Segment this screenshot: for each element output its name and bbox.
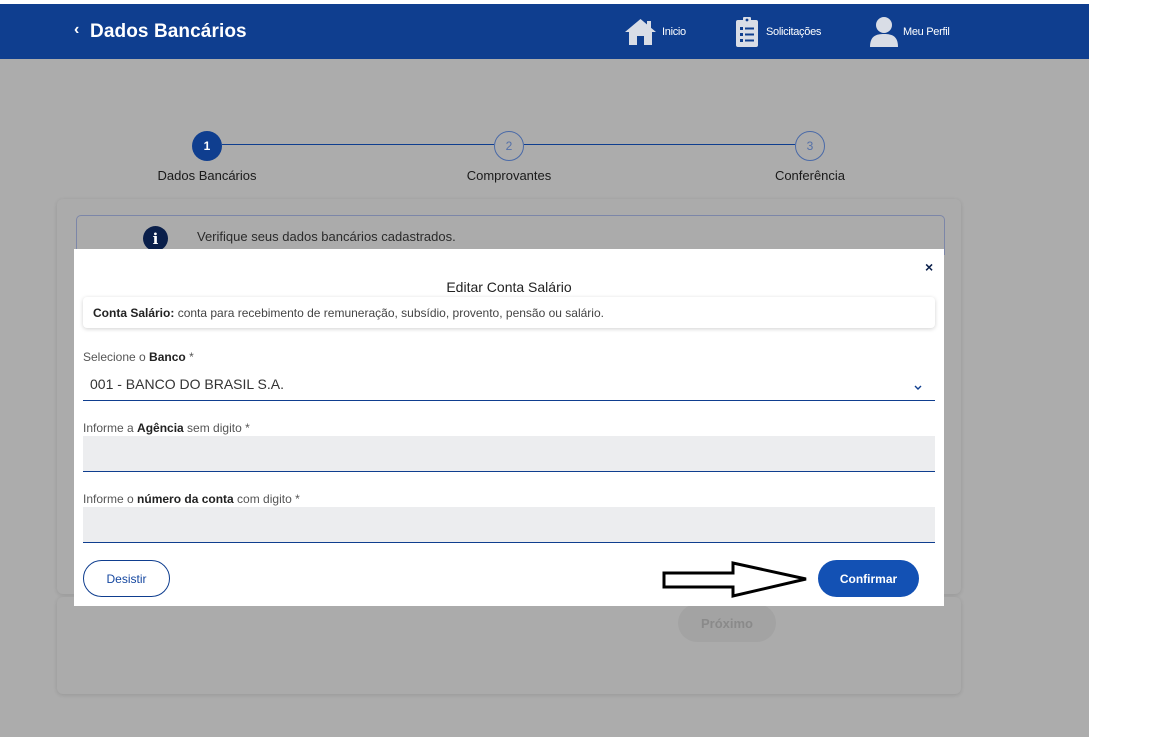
hint-term: Conta Salário:: [93, 306, 175, 320]
account-field-label: Informe o número da conta com digito *: [83, 492, 300, 506]
bank-label-suffix: *: [185, 350, 194, 364]
confirm-button[interactable]: Confirmar: [818, 560, 919, 597]
nav-label-inicio: Inicio: [662, 26, 686, 38]
step-2-label: Comprovantes: [466, 168, 552, 183]
actions-card: [57, 597, 961, 694]
edit-account-modal: Editar Conta Salário × Conta Salário: co…: [74, 249, 944, 606]
next-button: Próximo: [678, 604, 776, 642]
chevron-down-icon: [913, 378, 923, 394]
bank-field-label: Selecione o Banco *: [83, 350, 194, 364]
stepper-connector: [524, 144, 795, 145]
page-title: Dados Bancários: [90, 21, 247, 42]
bank-label-bold: Banco: [149, 350, 186, 364]
bank-label-prefix: Selecione o: [83, 350, 150, 364]
step-3-circle: 3: [795, 131, 825, 161]
account-hint: Conta Salário: conta para recebimento de…: [83, 297, 935, 328]
step-1-label: Dados Bancários: [157, 168, 257, 183]
info-text: Verifique seus dados bancários cadastrad…: [197, 229, 456, 244]
back-chevron-icon[interactable]: ‹: [74, 21, 79, 39]
nav-label-meu-perfil: Meu Perfil: [903, 26, 950, 38]
nav-item-solicitacoes[interactable]: Solicitações: [735, 12, 821, 52]
modal-title: Editar Conta Salário: [446, 279, 572, 295]
home-icon: [623, 17, 658, 47]
account-label-prefix: Informe o: [83, 492, 138, 506]
nav-item-inicio[interactable]: Inicio: [623, 12, 686, 52]
agency-label-bold: Agência: [137, 421, 184, 435]
header-bar: ‹ Dados Bancários Inicio Solicitações Me…: [0, 4, 1089, 59]
account-label-suffix: com digito *: [233, 492, 300, 506]
annotation-arrow-icon: [662, 561, 807, 598]
step-2-circle: 2: [494, 131, 524, 161]
cancel-button[interactable]: Desistir: [83, 560, 170, 597]
agency-label-suffix: sem digito *: [183, 421, 250, 435]
user-icon: [869, 16, 899, 48]
agency-input[interactable]: [83, 436, 935, 472]
clipboard-list-icon: [735, 16, 759, 48]
bank-selected-value: 001 - BANCO DO BRASIL S.A.: [90, 376, 284, 392]
step-1-circle: 1: [192, 131, 222, 161]
agency-field-label: Informe a Agência sem digito *: [83, 421, 250, 435]
hint-description: conta para recebimento de remuneração, s…: [174, 306, 604, 320]
account-label-bold: número da conta: [137, 492, 234, 506]
stepper-connector: [222, 144, 494, 145]
close-icon[interactable]: ×: [925, 259, 933, 275]
account-number-input[interactable]: [83, 507, 935, 543]
agency-label-prefix: Informe a: [83, 421, 138, 435]
nav-item-meu-perfil[interactable]: Meu Perfil: [869, 12, 950, 52]
bank-select[interactable]: 001 - BANCO DO BRASIL S.A.: [83, 370, 935, 401]
step-3-label: Conferência: [774, 168, 846, 183]
info-icon: i: [143, 226, 168, 251]
nav-label-solicitacoes: Solicitações: [766, 26, 822, 38]
